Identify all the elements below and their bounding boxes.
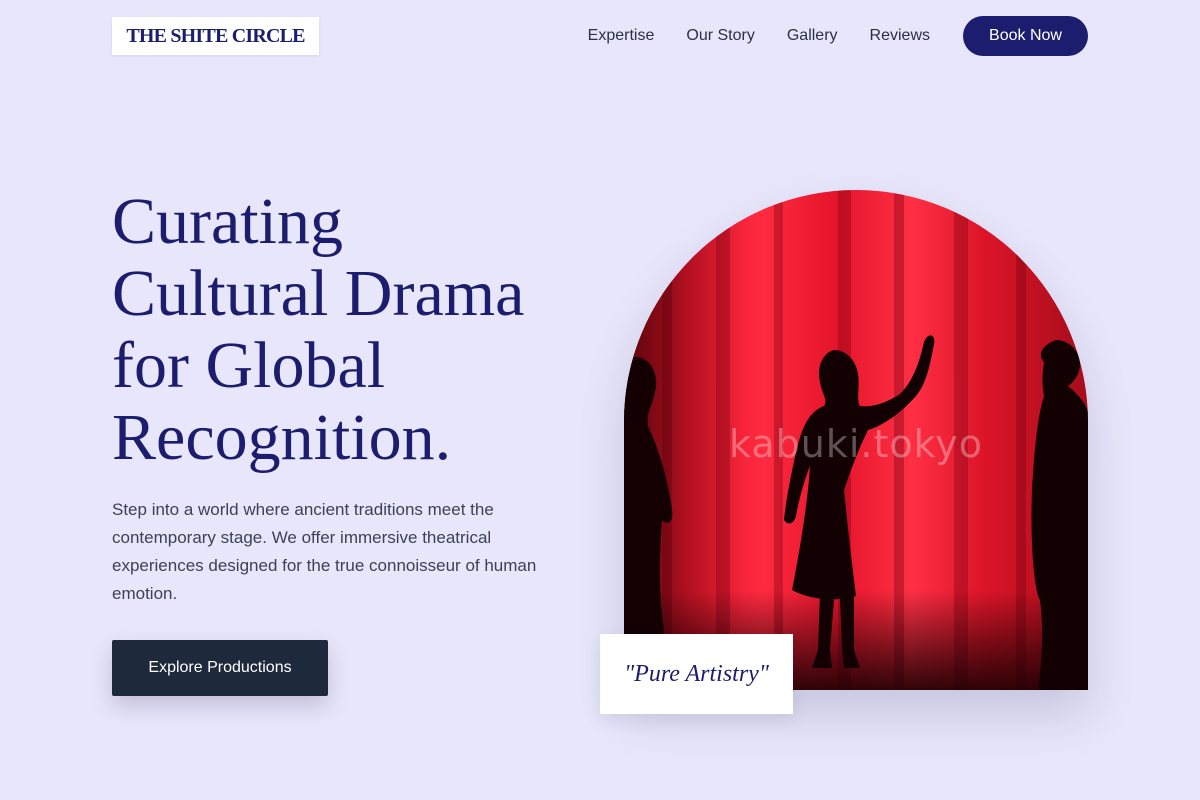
site-logo[interactable]: THE SHITE CIRCLE: [112, 17, 319, 55]
nav-reviews[interactable]: Reviews: [870, 27, 930, 45]
quote-card: "Pure Artistry": [600, 634, 793, 714]
quote-text: "Pure Artistry": [624, 660, 769, 687]
hero-image: kabuki.tokyo: [624, 190, 1088, 690]
main-nav: Expertise Our Story Gallery Reviews Book…: [588, 16, 1088, 56]
hero-description: Step into a world where ancient traditio…: [112, 500, 537, 603]
headline-line: for Global: [112, 329, 386, 402]
hero-headline: Curating Cultural Drama for Global Recog…: [112, 186, 592, 474]
headline-line: Curating: [112, 185, 343, 258]
watermark-text: kabuki.tokyo: [728, 422, 983, 466]
explore-productions-button[interactable]: Explore Productions: [112, 640, 328, 696]
headline-line: Cultural Drama: [112, 257, 525, 330]
book-now-button[interactable]: Book Now: [963, 16, 1088, 56]
nav-our-story[interactable]: Our Story: [686, 27, 754, 45]
headline-line: Recognition.: [112, 401, 452, 474]
nav-expertise[interactable]: Expertise: [588, 27, 655, 45]
nav-gallery[interactable]: Gallery: [787, 27, 838, 45]
